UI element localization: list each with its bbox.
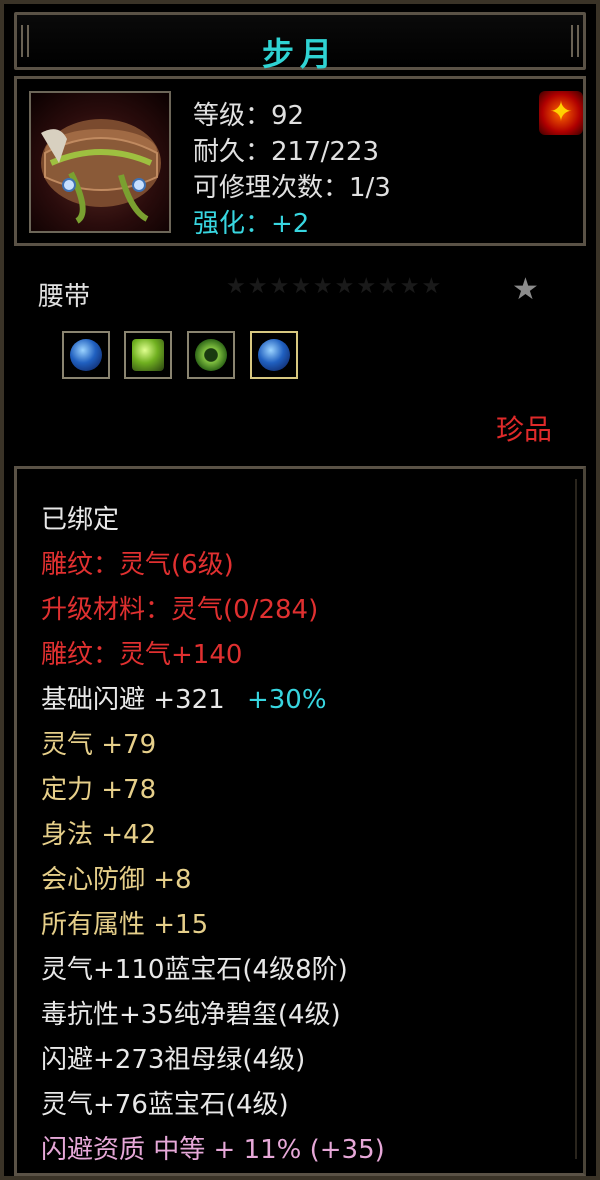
level-label: 等级：92 <box>193 101 305 131</box>
star-icon: ★ <box>512 272 539 307</box>
title-bar: 步月 <box>14 12 586 73</box>
enhance-label: 强化：+2 <box>193 209 310 239</box>
carve-bonus-line: 雕纹：灵气+140 <box>41 640 243 670</box>
socket-1[interactable] <box>62 331 110 379</box>
sapphire-gem-icon <box>258 339 290 371</box>
aptitude-line: 闪避资质 中等 + 11% (+35) <box>41 1135 385 1165</box>
gem-line-4: 灵气+76蓝宝石(4级) <box>41 1090 289 1120</box>
item-type: 腰带 <box>38 282 91 312</box>
item-tooltip: 步月 等级：92 耐久：217/223 可修理次数：1/3 强化：+2 ✦ 腰带… <box>0 0 600 1180</box>
item-header: 等级：92 耐久：217/223 可修理次数：1/3 强化：+2 ✦ <box>14 76 586 246</box>
socket-3[interactable] <box>187 331 235 379</box>
sapphire-gem-icon <box>70 339 102 371</box>
gem-line-1: 灵气+110蓝宝石(4级8阶) <box>41 955 348 985</box>
repair-count-label: 可修理次数：1/3 <box>193 173 391 203</box>
bound-status: 已绑定 <box>41 505 120 535</box>
focus-line: 定力 +78 <box>41 775 157 805</box>
carve-line: 雕纹：灵气(6级) <box>41 550 234 580</box>
base-dodge-line: 基础闪避 +321 +30% <box>41 679 327 716</box>
base-dodge-percent: +30% <box>246 685 327 715</box>
attribute-panel: 已绑定 雕纹：灵气(6级) 升级材料：灵气(0/284) 雕纹：灵气+140 基… <box>14 466 586 1176</box>
socket-2[interactable] <box>124 331 172 379</box>
gem-line-3: 闪避+273祖母绿(4级) <box>41 1045 306 1075</box>
agility-line: 身法 +42 <box>41 820 157 850</box>
upgrade-material-line: 升级材料：灵气(0/284) <box>41 595 319 625</box>
crit-defense-line: 会心防御 +8 <box>41 865 192 895</box>
jade-ring-gem-icon <box>195 339 227 371</box>
quality-label: 珍品 <box>496 413 553 446</box>
gem-line-2: 毒抗性+35纯净碧玺(4级) <box>41 1000 341 1030</box>
item-name: 步月 <box>261 35 338 73</box>
peridot-gem-icon <box>132 339 164 371</box>
durability-label: 耐久：217/223 <box>193 137 380 167</box>
fire-element-icon: ✦ <box>539 91 583 135</box>
socket-4[interactable] <box>250 331 298 379</box>
belt-icon <box>29 91 171 233</box>
all-attributes-line: 所有属性 +15 <box>41 910 209 940</box>
base-dodge-value: 基础闪避 +321 <box>41 685 225 715</box>
star-rating-dim: ★★★★★★★★★★ <box>226 274 444 299</box>
spirit-line: 灵气 +79 <box>41 730 157 760</box>
